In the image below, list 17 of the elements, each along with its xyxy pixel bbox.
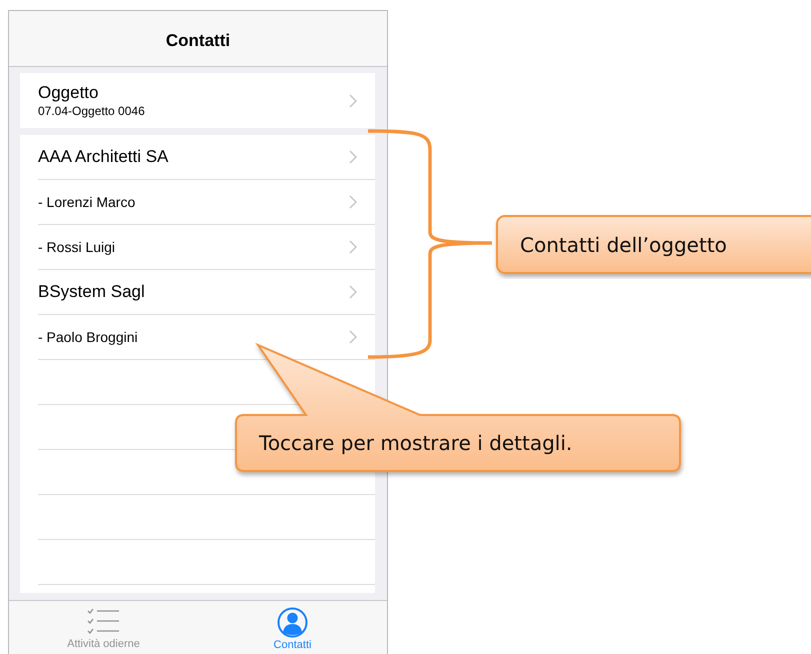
company-row[interactable]: BSystem Sagl bbox=[38, 270, 375, 315]
chevron-icon bbox=[349, 94, 357, 108]
object-title: Oggetto bbox=[38, 83, 100, 103]
chevron-icon bbox=[349, 150, 357, 164]
contact-row[interactable]: - Rossi Luigi bbox=[38, 225, 375, 270]
chevron-icon bbox=[349, 330, 357, 344]
company-row[interactable]: AAA Architetti SA bbox=[38, 135, 375, 180]
object-subtitle: 07.04-Oggetto 0046 bbox=[38, 104, 146, 118]
screen-title: Contatti bbox=[166, 30, 230, 50]
chevron-icon bbox=[349, 240, 357, 254]
callout-text: Toccare per mostrare i dettagli. bbox=[259, 431, 572, 455]
callout-text: Contatti dell’oggetto bbox=[520, 233, 727, 257]
chevron-icon bbox=[349, 195, 357, 209]
chevron-icon bbox=[349, 285, 357, 299]
contact-row[interactable]: - Lorenzi Marco bbox=[38, 180, 375, 225]
object-item[interactable]: Oggetto 07.04-Oggetto 0046 bbox=[20, 73, 375, 128]
person-icon bbox=[277, 607, 308, 638]
